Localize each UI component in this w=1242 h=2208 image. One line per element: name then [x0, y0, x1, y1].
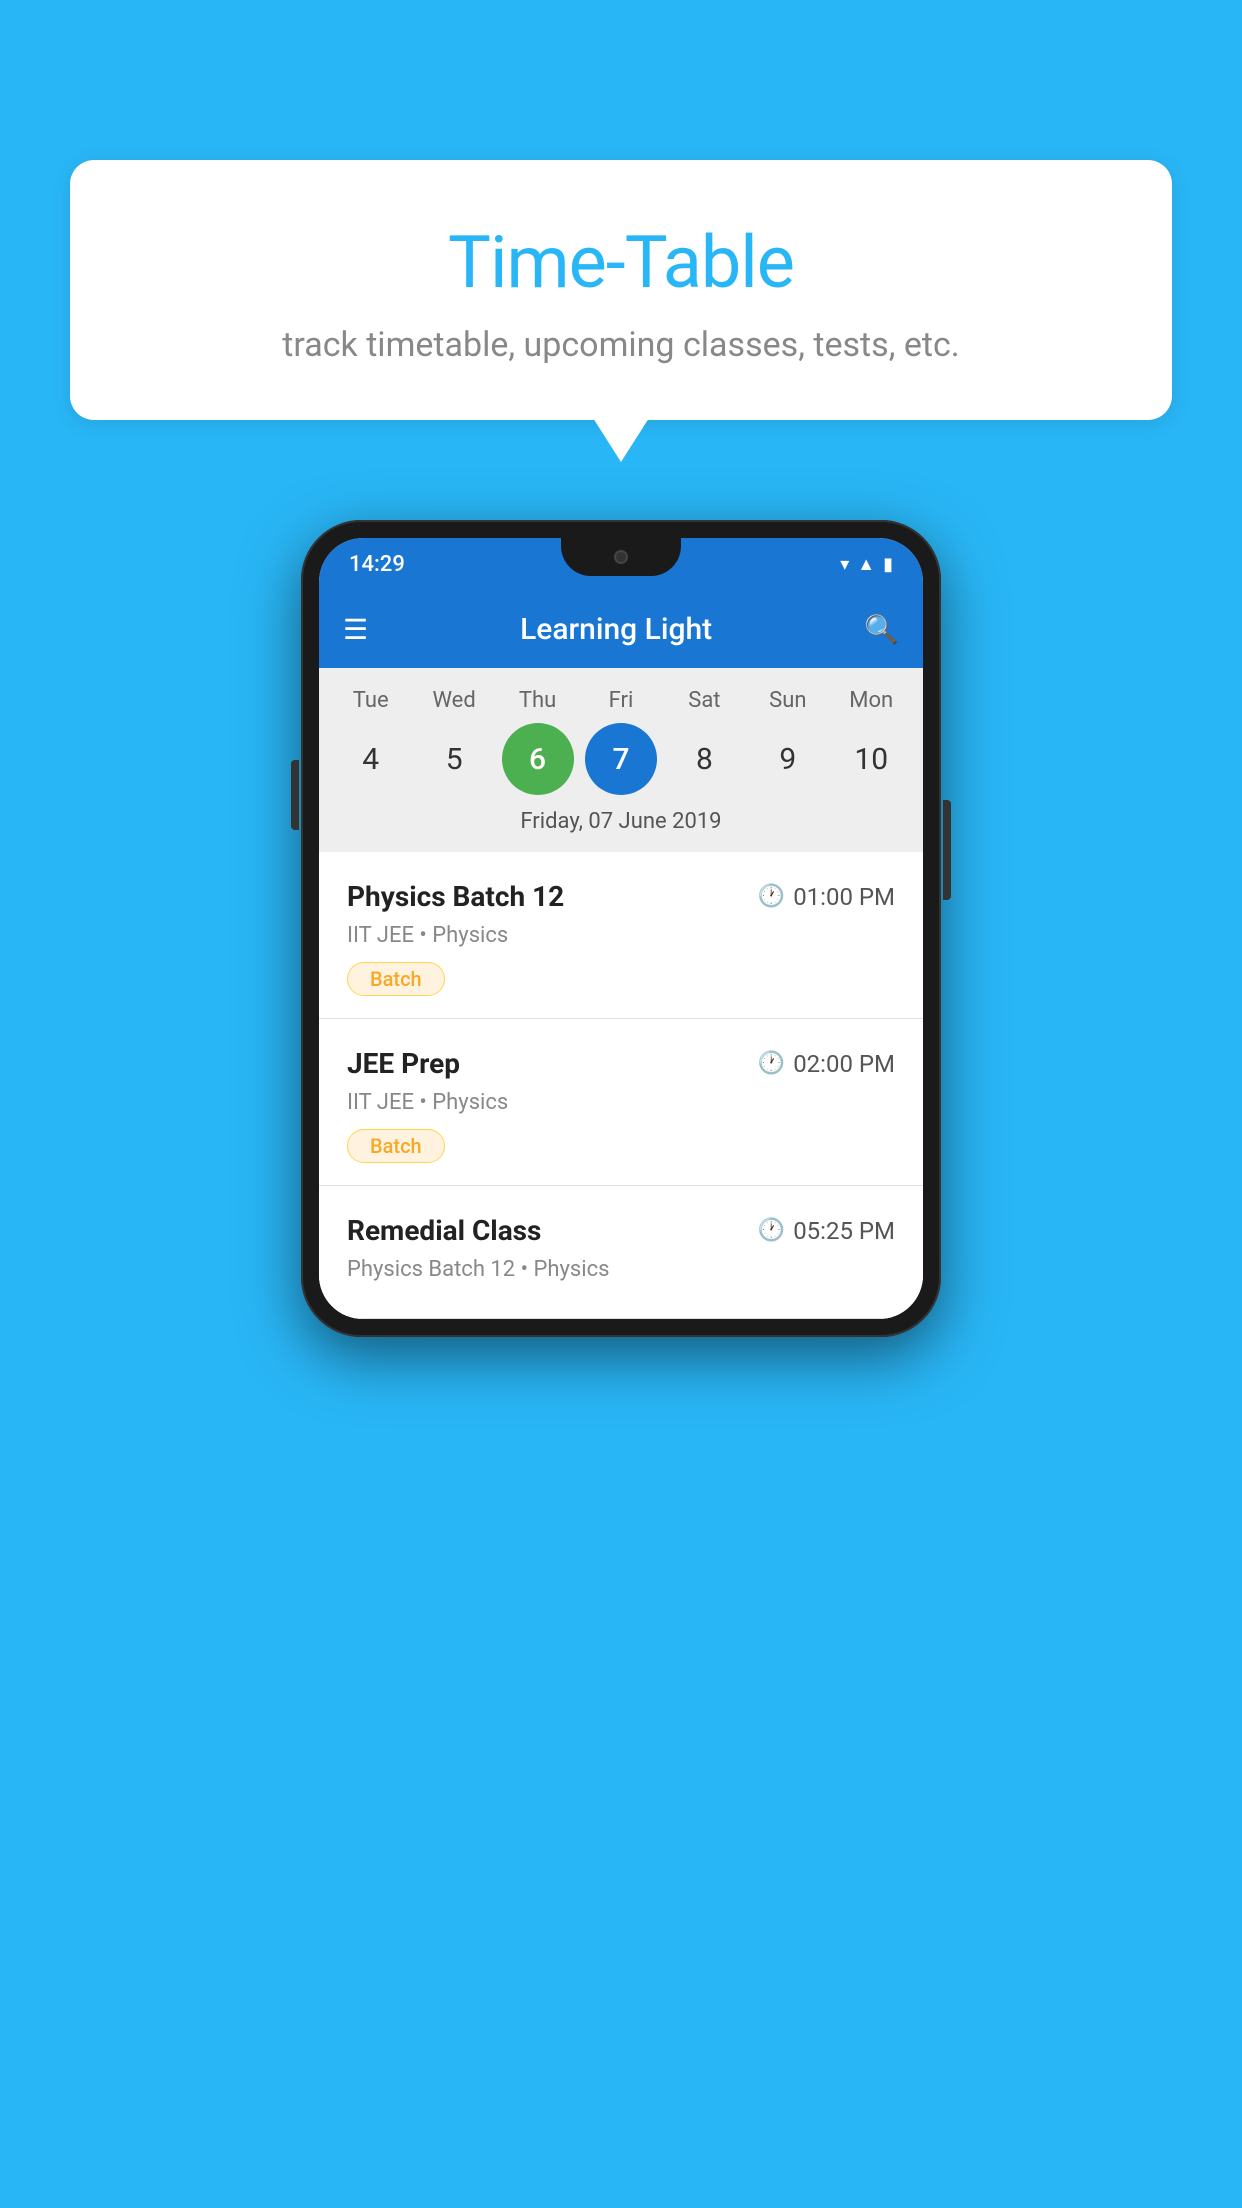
class-time: 🕐 01:00 PM [758, 883, 895, 911]
class-item-physics-batch-12[interactable]: Physics Batch 12 🕐 01:00 PM IIT JEE • Ph… [319, 852, 923, 1019]
class-detail-2: IIT JEE • Physics [347, 1090, 895, 1115]
class-time-3: 🕐 05:25 PM [758, 1217, 895, 1245]
class-time-2: 🕐 02:00 PM [758, 1050, 895, 1078]
day-header-thu: Thu [502, 688, 574, 713]
clock-icon-3: 🕐 [758, 1218, 785, 1243]
menu-icon[interactable]: ☰ [343, 613, 368, 646]
class-name: Physics Batch 12 [347, 880, 564, 913]
speech-bubble: Time-Table track timetable, upcoming cla… [70, 160, 1172, 420]
day-numbers: 4 5 6 7 8 9 10 [319, 713, 923, 795]
day-5[interactable]: 5 [418, 723, 490, 795]
day-header-fri: Fri [585, 688, 657, 713]
class-item-header-3: Remedial Class 🕐 05:25 PM [347, 1214, 895, 1247]
batch-badge-2: Batch [347, 1129, 445, 1163]
day-10[interactable]: 10 [835, 723, 907, 795]
day-header-wed: Wed [418, 688, 490, 713]
phone-screen: 14:29 ▾ ▲ ▮ ☰ Learning Light 🔍 Tue [319, 538, 923, 1319]
app-title: Learning Light [388, 612, 844, 647]
signal-icon: ▲ [857, 554, 875, 575]
status-time: 14:29 [349, 552, 405, 577]
notch [561, 538, 681, 576]
day-8[interactable]: 8 [668, 723, 740, 795]
batch-badge: Batch [347, 962, 445, 996]
class-name-3: Remedial Class [347, 1214, 541, 1247]
selected-date-label: Friday, 07 June 2019 [319, 795, 923, 852]
phone-outer: 14:29 ▾ ▲ ▮ ☰ Learning Light 🔍 Tue [301, 520, 941, 1337]
day-9[interactable]: 9 [752, 723, 824, 795]
battery-icon: ▮ [883, 554, 893, 575]
status-icons: ▾ ▲ ▮ [840, 554, 893, 575]
wifi-icon: ▾ [840, 554, 849, 575]
class-item-header-2: JEE Prep 🕐 02:00 PM [347, 1047, 895, 1080]
day-header-sat: Sat [668, 688, 740, 713]
day-6-today[interactable]: 6 [502, 723, 574, 795]
status-bar: 14:29 ▾ ▲ ▮ [319, 538, 923, 590]
day-4[interactable]: 4 [335, 723, 407, 795]
day-header-mon: Mon [835, 688, 907, 713]
class-name-2: JEE Prep [347, 1047, 460, 1080]
search-icon[interactable]: 🔍 [864, 613, 899, 646]
phone-mockup: 14:29 ▾ ▲ ▮ ☰ Learning Light 🔍 Tue [301, 520, 941, 1337]
class-item-header: Physics Batch 12 🕐 01:00 PM [347, 880, 895, 913]
bubble-subtitle: track timetable, upcoming classes, tests… [120, 325, 1122, 365]
app-bar: ☰ Learning Light 🔍 [319, 590, 923, 668]
calendar-strip: Tue Wed Thu Fri Sat Sun Mon 4 5 6 7 8 9 … [319, 668, 923, 852]
notch-camera [614, 550, 628, 564]
clock-icon-2: 🕐 [758, 1051, 785, 1076]
class-detail: IIT JEE • Physics [347, 923, 895, 948]
clock-icon: 🕐 [758, 884, 785, 909]
bubble-title: Time-Table [120, 220, 1122, 305]
day-header-sun: Sun [752, 688, 824, 713]
day-header-tue: Tue [335, 688, 407, 713]
class-item-jee-prep[interactable]: JEE Prep 🕐 02:00 PM IIT JEE • Physics Ba… [319, 1019, 923, 1186]
class-detail-3: Physics Batch 12 • Physics [347, 1257, 895, 1282]
day-7-selected[interactable]: 7 [585, 723, 657, 795]
day-headers: Tue Wed Thu Fri Sat Sun Mon [319, 688, 923, 713]
class-list: Physics Batch 12 🕐 01:00 PM IIT JEE • Ph… [319, 852, 923, 1319]
speech-bubble-container: Time-Table track timetable, upcoming cla… [70, 160, 1172, 420]
class-item-remedial[interactable]: Remedial Class 🕐 05:25 PM Physics Batch … [319, 1186, 923, 1319]
